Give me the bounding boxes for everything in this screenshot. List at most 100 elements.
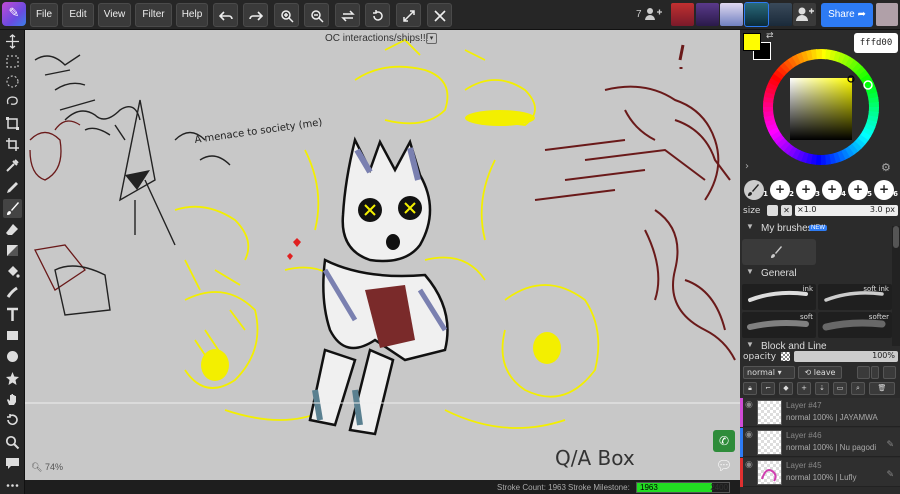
zoom-in-button[interactable] [274,3,299,27]
flip-button[interactable] [335,3,360,27]
section-my-brushes[interactable]: ▼ My brushes NEW [740,221,892,237]
zoom-indicator[interactable]: 🔍︎ 74% [31,462,63,473]
rectangle-tool[interactable] [3,326,22,345]
rotate-button[interactable] [365,3,390,27]
user-avatar[interactable] [769,3,792,26]
size-slider[interactable]: ×1.0 3.0 px [795,205,898,216]
brush-slot[interactable]: 1 [744,180,768,200]
menu-help[interactable]: Help [176,3,208,27]
layer-merge-button[interactable] [883,366,896,379]
brush-slot[interactable]: +3 [796,180,820,200]
brush-slot[interactable]: +4 [822,180,846,200]
undo-button[interactable] [213,3,238,27]
layer-color-mark [740,458,743,487]
swap-colors-icon[interactable]: ⇄ [766,31,774,41]
menu-edit[interactable]: Edit [62,3,94,27]
brush-slot[interactable]: +5 [848,180,872,200]
blend-mode-select[interactable]: normal ▾ [743,366,795,379]
more-tools[interactable] [3,476,22,494]
online-users-count[interactable]: 7 [636,9,642,20]
brush-preset[interactable]: soft ink [818,284,892,310]
plus-icon[interactable]: + [797,382,811,395]
color-wheel[interactable] [758,47,884,167]
layer-item[interactable]: ◉ Layer #47 normal 100% | JAYAMWA [740,398,900,427]
zoom-tool[interactable] [3,433,22,452]
pencil-icon[interactable]: ✎ [886,440,894,450]
trash-icon[interactable]: 🗑︎ [869,382,895,395]
layer-item[interactable]: ◉ Layer #45 normal 100% | Lufly ✎ [740,458,900,487]
lock-icon[interactable]: 🔒︎ [743,382,757,395]
merge-down-icon[interactable]: ⇣ [815,382,829,395]
menu-filter[interactable]: Filter [135,3,172,27]
transform-tool[interactable] [3,114,22,133]
brush-tool[interactable] [3,199,22,218]
layer-item[interactable]: ◉ Layer #46 normal 100% | Nu pagodi ✎ [740,428,900,457]
select-rect-tool[interactable] [3,52,22,71]
fullscreen-button[interactable] [396,3,421,27]
search-icon[interactable]: ⌕ [851,382,865,395]
chat-button[interactable]: 💬︎ [713,456,735,478]
brush-panel-scrollbar[interactable] [892,226,900,346]
eyedropper-tool[interactable] [3,156,22,175]
user-avatar[interactable] [696,3,719,26]
clip-icon[interactable]: ⌐ [761,382,775,395]
eye-icon[interactable]: ◉ [745,400,753,410]
voice-chat-button[interactable]: ✆ [713,430,735,452]
redo-button[interactable] [243,3,268,27]
pencil-icon[interactable]: ✎ [886,470,894,480]
title-dropdown-button[interactable]: ▾ [426,33,437,44]
size-reset-button[interactable]: ✕ [781,205,792,216]
layer-menu-button[interactable] [871,366,879,379]
hand-tool[interactable] [3,390,22,409]
folder-icon[interactable]: ▭ [833,382,847,395]
smudge-tool[interactable] [3,283,22,302]
brush-slot[interactable]: +6 [874,180,898,200]
eraser-layer-icon[interactable]: ◆ [779,382,793,395]
user-avatar[interactable] [671,3,694,26]
add-user-button[interactable] [793,3,816,26]
ellipse-tool[interactable] [3,347,22,366]
rotate-view-tool[interactable] [3,411,22,430]
eye-icon[interactable]: ◉ [745,430,753,440]
move-tool[interactable] [3,32,22,51]
brush-preset[interactable]: ink [742,284,816,310]
app-window: ✎ File Edit View Filter Help 7 Share ➦ Q… [0,0,900,494]
lasso-tool[interactable] [3,92,22,111]
fill-tool[interactable] [3,262,22,281]
user-avatar[interactable] [744,2,769,27]
brush-slot[interactable]: +2 [770,180,794,200]
pressure-toggle[interactable] [767,205,778,216]
checker-icon[interactable] [781,352,790,361]
share-button[interactable]: Share ➦ [821,3,873,27]
eye-icon[interactable]: ◉ [745,460,753,470]
scrollbar-thumb[interactable] [893,226,899,248]
section-block-and-line[interactable]: ▼ Block and Line [740,339,892,349]
layer-duplicate-button[interactable] [857,366,870,379]
menu-file[interactable]: File [30,3,58,27]
zoom-out-button[interactable] [304,3,329,27]
comment-tool[interactable] [3,454,22,473]
app-logo[interactable]: ✎ [2,2,26,26]
shape-tool[interactable] [3,369,22,388]
leave-button[interactable]: ⟲ leave [798,366,842,379]
crop-tool[interactable] [3,135,22,154]
brush-preset[interactable]: soft [742,312,816,338]
drawing-canvas[interactable]: Q/A Box A menace to society (me) OC inte… [25,30,740,480]
hue-segment[interactable] [815,49,823,60]
pen-tool[interactable] [3,178,22,197]
my-avatar[interactable] [876,3,898,26]
brush-preset[interactable]: softer [818,312,892,338]
select-ellipse-tool[interactable] [3,72,22,91]
user-avatar[interactable] [720,3,743,26]
section-general[interactable]: ▼ General [740,266,892,282]
opacity-slider[interactable]: 100% [794,351,898,362]
users-icon[interactable] [645,7,663,21]
gear-icon[interactable]: ⚙ [881,161,891,174]
add-brush-button[interactable] [742,239,816,265]
gradient-tool[interactable] [3,241,22,260]
menu-view[interactable]: View [98,3,131,27]
close-button[interactable] [427,3,452,27]
text-tool[interactable] [3,305,22,324]
eraser-tool[interactable] [3,220,22,239]
expand-color-chevron[interactable]: › [745,161,749,172]
